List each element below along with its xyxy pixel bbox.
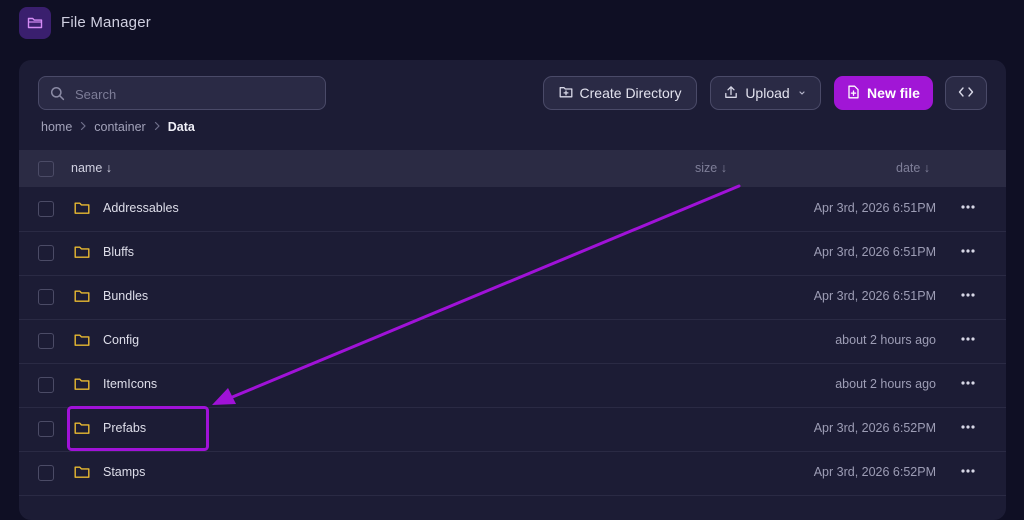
file-name[interactable]: ItemIcons xyxy=(103,377,157,391)
search-box xyxy=(38,76,326,111)
file-name[interactable]: Config xyxy=(103,333,139,347)
more-horizontal-icon[interactable] xyxy=(957,461,979,481)
row-checkbox[interactable] xyxy=(38,289,54,305)
row-checkbox[interactable] xyxy=(38,421,54,437)
search-icon xyxy=(50,86,65,106)
row-checkbox[interactable] xyxy=(38,377,54,393)
code-view-button[interactable] xyxy=(945,76,987,110)
file-manager-panel: Create Directory Upload New file home co… xyxy=(19,60,1006,520)
folder-icon xyxy=(74,377,90,396)
file-name[interactable]: Bundles xyxy=(103,289,148,303)
file-name[interactable]: Prefabs xyxy=(103,421,146,435)
file-name[interactable]: Bluffs xyxy=(103,245,134,259)
chevron-right-icon xyxy=(153,120,161,134)
create-directory-button[interactable]: Create Directory xyxy=(543,76,697,110)
app-header: File Manager xyxy=(0,0,1024,60)
file-plus-icon xyxy=(847,85,860,102)
more-horizontal-icon[interactable] xyxy=(957,329,979,349)
row-checkbox[interactable] xyxy=(38,201,54,217)
new-file-label: New file xyxy=(867,85,920,101)
table-row[interactable]: Addressables Apr 3rd, 2026 6:51PM xyxy=(19,187,1006,232)
table-row[interactable]: Config about 2 hours ago xyxy=(19,319,1006,364)
chevron-down-icon xyxy=(797,85,807,101)
more-horizontal-icon[interactable] xyxy=(957,197,979,217)
row-checkbox[interactable] xyxy=(38,465,54,481)
table-row[interactable]: ItemIcons about 2 hours ago xyxy=(19,363,1006,408)
folder-icon xyxy=(19,7,51,39)
file-date: Apr 3rd, 2026 6:51PM xyxy=(813,201,936,215)
file-date: about 2 hours ago xyxy=(835,377,936,391)
row-checkbox[interactable] xyxy=(38,245,54,261)
more-horizontal-icon[interactable] xyxy=(957,373,979,393)
more-horizontal-icon[interactable] xyxy=(957,417,979,437)
select-all-checkbox[interactable] xyxy=(38,161,54,177)
folder-icon xyxy=(74,465,90,484)
file-date: Apr 3rd, 2026 6:51PM xyxy=(813,289,936,303)
breadcrumb-home[interactable]: home xyxy=(41,120,72,134)
code-icon xyxy=(958,85,974,101)
app-title: File Manager xyxy=(61,14,151,31)
breadcrumb-current: Data xyxy=(167,120,195,134)
file-date: Apr 3rd, 2026 6:52PM xyxy=(813,465,936,479)
breadcrumb-container[interactable]: container xyxy=(94,120,145,134)
column-header-size[interactable]: size ↓ xyxy=(695,161,727,175)
new-file-button[interactable]: New file xyxy=(834,76,933,110)
folder-icon xyxy=(74,245,90,264)
upload-button[interactable]: Upload xyxy=(710,76,821,110)
folder-icon xyxy=(74,201,90,220)
row-checkbox[interactable] xyxy=(38,333,54,349)
file-date: Apr 3rd, 2026 6:52PM xyxy=(813,421,936,435)
table-row[interactable]: Stamps Apr 3rd, 2026 6:52PM xyxy=(19,451,1006,496)
chevron-right-icon xyxy=(79,120,87,134)
file-date: Apr 3rd, 2026 6:51PM xyxy=(813,245,936,259)
more-horizontal-icon[interactable] xyxy=(957,241,979,261)
upload-label: Upload xyxy=(745,85,790,101)
table-row[interactable]: Bluffs Apr 3rd, 2026 6:51PM xyxy=(19,231,1006,276)
file-name[interactable]: Stamps xyxy=(103,465,145,479)
table-row[interactable]: Bundles Apr 3rd, 2026 6:51PM xyxy=(19,275,1006,320)
create-directory-label: Create Directory xyxy=(579,85,682,101)
folder-icon xyxy=(74,421,90,440)
column-header-name[interactable]: name ↓ xyxy=(71,161,112,175)
folder-icon xyxy=(74,289,90,308)
file-date: about 2 hours ago xyxy=(835,333,936,347)
breadcrumb: home container Data xyxy=(41,120,195,134)
column-header-date[interactable]: date ↓ xyxy=(896,161,930,175)
search-input[interactable] xyxy=(73,77,317,111)
folder-icon xyxy=(74,333,90,352)
table-row[interactable]: Prefabs Apr 3rd, 2026 6:52PM xyxy=(19,407,1006,452)
upload-icon xyxy=(724,85,738,102)
table-header: name ↓ size ↓ date ↓ xyxy=(19,150,1006,187)
file-name[interactable]: Addressables xyxy=(103,201,179,215)
more-horizontal-icon[interactable] xyxy=(957,285,979,305)
folder-plus-icon xyxy=(559,85,573,102)
